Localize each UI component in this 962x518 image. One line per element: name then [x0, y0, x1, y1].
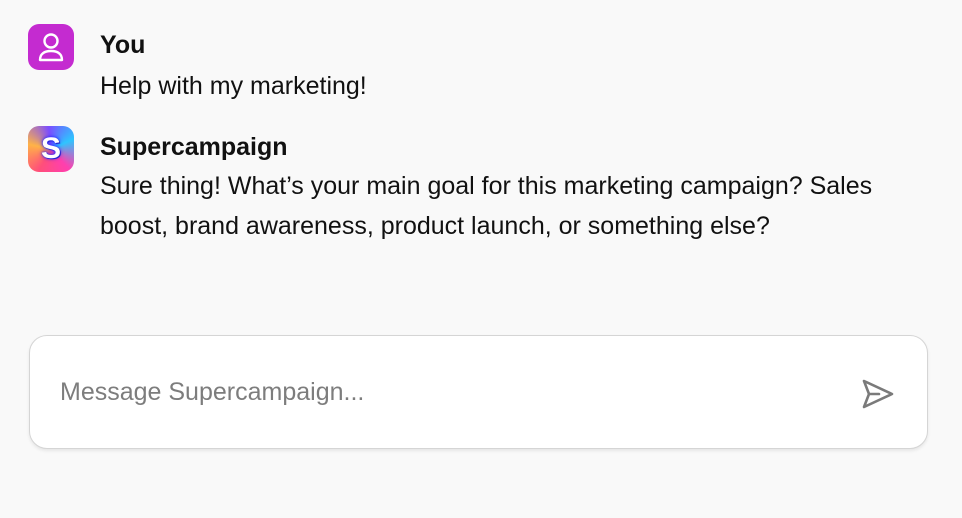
- message-text: Help with my marketing!: [100, 72, 367, 100]
- message-composer: [29, 335, 928, 449]
- message-author: Supercampaign: [100, 133, 288, 161]
- message-input[interactable]: [60, 370, 840, 414]
- message-assistant: S Supercampaign Sure thing! What’s your …: [28, 126, 920, 246]
- message-author: You: [100, 31, 146, 59]
- user-avatar: [28, 24, 74, 70]
- supercampaign-avatar: S: [28, 126, 74, 172]
- chat-window: You Help with my marketing! S Supercampa…: [0, 0, 962, 518]
- send-icon: [862, 379, 894, 409]
- message-user: You Help with my marketing!: [28, 24, 920, 106]
- send-button[interactable]: [858, 374, 898, 414]
- user-icon: [38, 33, 64, 62]
- supercampaign-logo-icon: S: [40, 132, 61, 165]
- message-text: Sure thing! What’s your main goal for th…: [100, 172, 873, 240]
